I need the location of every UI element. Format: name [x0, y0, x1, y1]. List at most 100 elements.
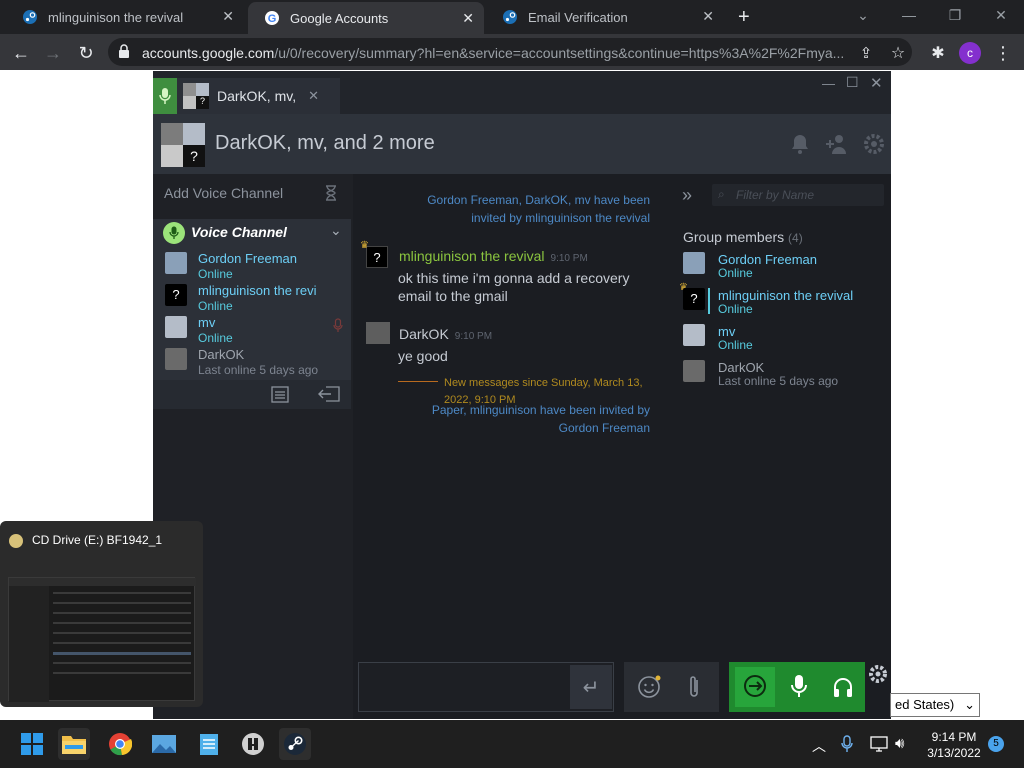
message-text: ye good [398, 348, 448, 364]
thumbnail-image [8, 577, 196, 702]
voice-indicator [708, 288, 710, 314]
notepad-icon[interactable] [193, 728, 225, 760]
browser-tab-1[interactable]: mlinguinison the revival ✕ [6, 0, 244, 34]
volume-icon[interactable]: 🔊︎ [895, 735, 904, 752]
menu-icon[interactable]: ⋮ [992, 42, 1014, 64]
share-icon[interactable]: ⇪ [855, 42, 877, 64]
voice-chat-toggle-button[interactable] [735, 667, 775, 707]
url-path: /u/0/recovery/summary?hl=en&service=acco… [274, 45, 845, 61]
voice-member-row[interactable]: ? mlinguinison the revi Online [165, 283, 350, 314]
settings-gear-icon[interactable] [863, 133, 885, 155]
avatar: ? [366, 246, 388, 268]
close-tab-icon[interactable]: ✕ [222, 8, 234, 25]
restore-button[interactable]: ❐ [932, 0, 978, 30]
minimize-button[interactable]: — [886, 0, 932, 30]
forward-icon[interactable]: → [42, 42, 64, 64]
member-row[interactable]: ♛ ? mlinguinison the revival Online [679, 282, 883, 318]
svg-text:G: G [268, 13, 277, 25]
voice-member-row[interactable]: mv Online [165, 315, 350, 346]
emoticon-icon[interactable] [637, 675, 661, 699]
schedule-icon[interactable] [270, 385, 290, 403]
network-icon[interactable] [870, 736, 888, 752]
voice-member-row[interactable]: Gordon Freeman Online [165, 251, 350, 282]
member-status: Online [718, 266, 753, 280]
message-author[interactable]: DarkOK [399, 326, 449, 342]
taskbar-thumbnail-preview[interactable]: CD Drive (E:) BF1942_1 [0, 521, 203, 707]
browser-tab-3[interactable]: Email Verification ✕ [486, 0, 724, 34]
hourglass-icon[interactable] [325, 185, 337, 201]
tab-title: Email Verification [528, 9, 628, 25]
reload-icon[interactable]: ↻ [75, 42, 97, 64]
collapse-members-icon[interactable]: » [682, 185, 692, 206]
avatar [165, 252, 187, 274]
new-tab-button[interactable]: + [738, 6, 750, 29]
photos-icon[interactable] [148, 728, 180, 760]
clock-date: 3/13/2022 [927, 746, 981, 760]
add-voice-channel-button[interactable]: Add Voice Channel [164, 185, 283, 201]
half-life-icon[interactable] [237, 728, 269, 760]
paperclip-icon[interactable] [686, 674, 702, 700]
avatar [165, 316, 187, 338]
message-author[interactable]: mlinguinison the revival [399, 248, 545, 264]
voice-channel-mic-icon [163, 222, 185, 244]
member-status: Online [198, 267, 233, 281]
new-messages-divider [398, 381, 438, 382]
country-select[interactable]: ed States) ⌄ [890, 693, 980, 717]
member-status: Online [198, 331, 233, 345]
member-row[interactable]: DarkOK Last online 5 days ago [683, 360, 883, 390]
extensions-icon[interactable]: ✱ [927, 42, 949, 64]
member-panel [673, 174, 891, 654]
muted-mic-icon [333, 318, 343, 339]
message-header: DarkOK 9:10 PM [399, 326, 492, 344]
steam-maximize-button[interactable]: ☐ [846, 74, 859, 91]
tab-search-icon[interactable]: ⌄ [840, 0, 886, 30]
chrome-icon[interactable] [104, 728, 136, 760]
group-avatar-large: ? [161, 123, 205, 167]
member-row[interactable]: Gordon Freeman Online [683, 252, 883, 282]
lock-icon[interactable] [118, 44, 130, 58]
member-row[interactable]: mv Online [683, 324, 883, 354]
tab-title: mlinguinison the revival [48, 9, 184, 25]
chevron-down-icon[interactable]: ⌄ [330, 222, 342, 239]
system-message: Paper, mlinguinison have been invited by… [431, 403, 650, 435]
chat-tab-title: DarkOK, mv, [217, 88, 297, 104]
voice-channel-label[interactable]: Voice Channel [191, 224, 287, 240]
filter-input[interactable]: ⌕ Filter by Name [712, 184, 884, 206]
voice-member-row[interactable]: DarkOK Last online 5 days ago [165, 347, 350, 378]
close-window-button[interactable]: ✕ [978, 0, 1024, 30]
invite-friend-icon[interactable] [825, 133, 849, 155]
mic-tray-icon[interactable] [841, 735, 853, 753]
bookmark-star-icon[interactable]: ☆ [887, 42, 909, 64]
close-tab-icon[interactable]: ✕ [462, 10, 474, 27]
chevron-down-icon: ⌄ [964, 697, 975, 712]
microphone-icon[interactable] [790, 674, 808, 700]
profile-avatar[interactable]: c [959, 42, 981, 64]
start-button[interactable] [16, 728, 48, 760]
system-message: Gordon Freeman, DarkOK, mv have been inv… [427, 193, 650, 225]
close-tab-icon[interactable]: ✕ [702, 8, 714, 25]
group-title: DarkOK, mv, and 2 more [215, 132, 435, 154]
close-chat-tab-icon[interactable]: ✕ [308, 88, 319, 104]
show-hidden-icons-chevron[interactable]: ︿ [812, 736, 826, 756]
voice-settings-gear-icon[interactable] [868, 664, 888, 684]
send-button[interactable]: ↵ [570, 665, 612, 709]
steam-taskbar-icon[interactable] [279, 728, 311, 760]
file-explorer-icon[interactable] [58, 728, 90, 760]
browser-tab-2[interactable]: G Google Accounts ✕ [248, 2, 484, 34]
notification-badge[interactable]: 5 [988, 736, 1004, 752]
google-icon: G [264, 10, 280, 26]
steam-minimize-button[interactable]: — [822, 76, 835, 91]
avatar [683, 252, 705, 274]
back-icon[interactable]: ← [10, 42, 32, 64]
leave-channel-icon[interactable] [317, 385, 341, 403]
steam-close-button[interactable]: ✕ [870, 74, 883, 92]
member-name: mlinguinison the revi [198, 283, 317, 298]
headphones-icon[interactable] [832, 676, 854, 698]
chat-tab[interactable]: ? DarkOK, mv, ✕ [153, 78, 340, 114]
clock[interactable]: 9:14 PM 3/13/2022 [922, 729, 986, 761]
member-status: Online [718, 302, 753, 316]
group-members-text: Group members [683, 229, 785, 245]
member-status: Online [718, 338, 753, 352]
member-name: DarkOK [718, 360, 765, 375]
bell-icon[interactable] [790, 133, 810, 155]
